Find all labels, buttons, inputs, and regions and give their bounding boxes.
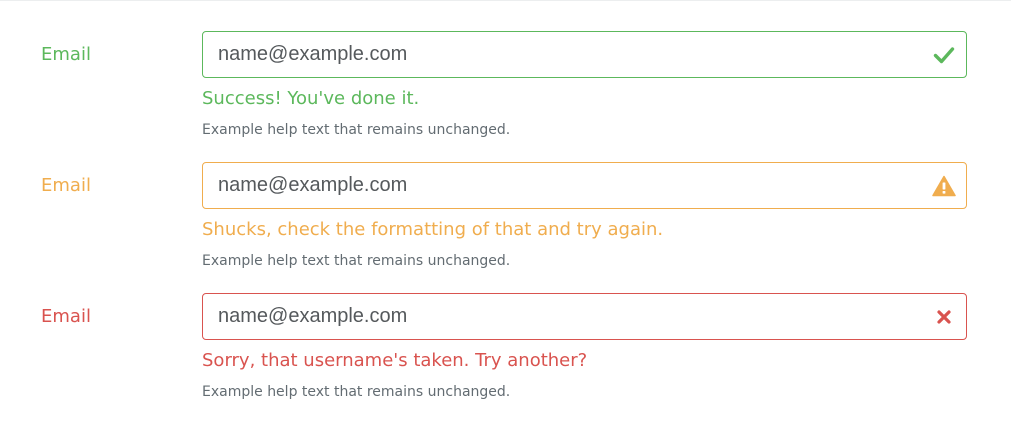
warning-feedback: Shucks, check the formatting of that and… bbox=[202, 219, 664, 240]
email-input[interactable] bbox=[218, 163, 908, 208]
help-text: Example help text that remains unchanged… bbox=[202, 384, 511, 400]
email-input[interactable] bbox=[218, 32, 908, 77]
email-label: Email bbox=[41, 44, 91, 65]
email-label: Email bbox=[41, 306, 91, 327]
check-icon bbox=[933, 47, 955, 64]
email-input-box[interactable] bbox=[202, 293, 967, 340]
email-input-box[interactable] bbox=[202, 31, 967, 78]
success-feedback: Success! You've done it. bbox=[202, 88, 420, 109]
help-text: Example help text that remains unchanged… bbox=[202, 253, 511, 269]
top-divider bbox=[0, 0, 1011, 1]
help-text: Example help text that remains unchanged… bbox=[202, 122, 511, 138]
email-input-box[interactable] bbox=[202, 162, 967, 209]
danger-feedback: Sorry, that username's taken. Try anothe… bbox=[202, 350, 588, 371]
close-icon bbox=[937, 310, 951, 324]
warning-icon bbox=[932, 175, 956, 197]
email-label: Email bbox=[41, 175, 91, 196]
email-input[interactable] bbox=[218, 294, 908, 339]
